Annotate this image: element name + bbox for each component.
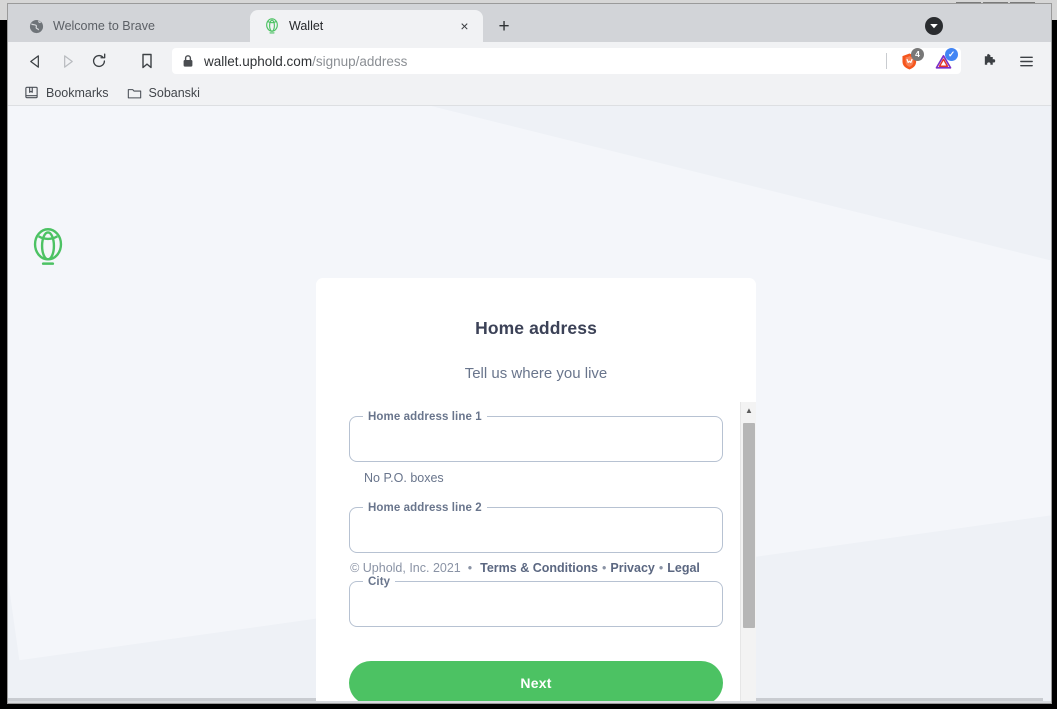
tab-strip: Welcome to Brave Wallet × + [8,4,1051,42]
field-home-address-line-1: Home address line 1 No P.O. boxes [349,410,723,485]
footer-copyright: © Uphold, Inc. 2021 [350,561,461,575]
globe-icon [28,18,44,34]
tab-title: Welcome to Brave [53,19,155,33]
omnibox-divider [886,53,887,69]
brave-shields-button[interactable]: 4 [897,48,924,72]
bookmark-item-bookmarks[interactable]: Bookmarks [24,85,109,100]
field-label: Home address line 2 [363,501,487,515]
next-button[interactable]: Next [349,661,723,701]
os-window: Welcome to Brave Wallet × + wallet.uphol… [0,0,1057,709]
field-city: City [349,575,723,627]
uphold-logo-icon [264,18,280,34]
signup-card-content: Home address Tell us where you live Home… [316,278,756,701]
signup-card: Home address Tell us where you live Home… [316,278,756,701]
download-icon [925,17,943,35]
footer-separator: • [601,561,607,575]
extensions-button[interactable] [975,46,1005,76]
back-arrow-icon [29,54,39,68]
bookmarks-bar: Bookmarks Sobanski [8,80,1051,106]
page-title: Home address [475,318,597,338]
address-bar-path: /signup/address [312,53,408,69]
shields-badge-count: 4 [911,48,924,61]
field-box: Home address line 2 [349,501,723,553]
lock-icon [182,54,194,68]
footer-link-terms[interactable]: Terms & Conditions [480,561,598,575]
bookmark-label: Sobanski [148,85,200,100]
puzzle-piece-icon [984,53,995,65]
footer-separator: • [658,561,664,575]
tab-welcome-to-brave[interactable]: Welcome to Brave [14,10,250,42]
page-viewport: Home address Tell us where you live Home… [8,106,1051,701]
page-footer: © Uphold, Inc. 2021 • Terms & Conditions • P… [8,561,1043,575]
toolbar-right-actions [975,46,1041,76]
book-icon [24,85,39,100]
scrollbar-up-arrow-icon[interactable]: ▲ [741,402,756,419]
brave-rewards-button[interactable]: ✓ [931,48,958,72]
footer-link-privacy[interactable]: Privacy [610,561,654,575]
card-scrollbar[interactable]: ▲ ▼ [740,402,756,701]
browser-menu-button[interactable] [1011,46,1041,76]
downloads-button[interactable] [923,15,945,37]
background-wave-corner [330,106,1051,299]
uphold-logo[interactable] [32,227,64,267]
back-button[interactable] [20,46,50,76]
field-label: Home address line 1 [363,410,487,424]
folder-icon [127,85,142,100]
address-bar-url: wallet.uphold.com/signup/address [204,54,876,69]
scrollbar-track[interactable] [741,419,756,701]
address-form: Home address line 1 No P.O. boxes Home a… [349,410,723,701]
footer-link-legal[interactable]: Legal [667,561,700,575]
forward-button[interactable] [52,46,82,76]
field-hint: No P.O. boxes [364,471,444,485]
field-home-address-line-2: Home address line 2 [349,501,723,553]
new-tab-button[interactable]: + [489,11,519,41]
tab-wallet[interactable]: Wallet × [250,10,483,42]
field-box: City [349,575,723,627]
address-bar-host: wallet.uphold.com [204,53,313,69]
bookmark-icon [142,53,152,69]
bookmark-item-sobanski[interactable]: Sobanski [127,85,200,100]
tab-title: Wallet [289,19,324,33]
footer-separator: • [467,561,473,575]
scrollbar-thumb[interactable] [743,423,755,628]
tab-close-button[interactable]: × [456,18,473,35]
browser-window: Welcome to Brave Wallet × + wallet.uphol… [8,4,1051,703]
page-subtitle: Tell us where you live [464,365,608,382]
navigation-toolbar: wallet.uphold.com/signup/address 4 ✓ [8,42,1051,80]
reload-button[interactable] [84,46,114,76]
forward-arrow-icon [63,54,73,68]
field-label: City [363,575,396,589]
hamburger-menu-icon [1019,56,1033,66]
bookmark-label: Bookmarks [46,85,109,100]
reload-icon [92,53,106,68]
rewards-badge-check: ✓ [945,48,958,61]
city-input[interactable] [350,582,722,626]
field-box: Home address line 1 [349,410,723,462]
address-bar[interactable]: wallet.uphold.com/signup/address 4 ✓ [172,48,961,74]
bookmark-this-page-button[interactable] [132,46,162,76]
